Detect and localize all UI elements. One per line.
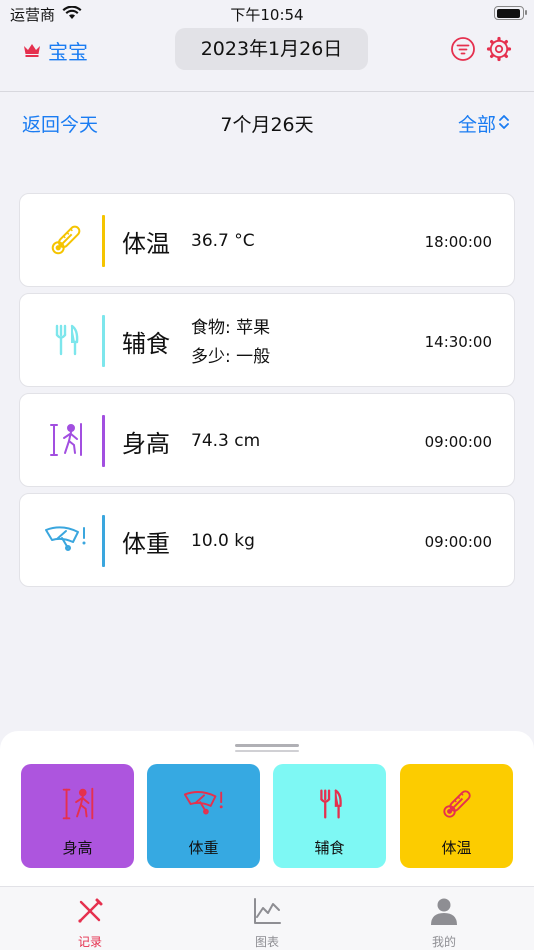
crown-icon — [22, 39, 42, 63]
record-title: 辅食 — [122, 330, 170, 358]
person-icon — [429, 896, 459, 926]
color-bar — [102, 415, 105, 467]
tile-label: 身高 — [62, 839, 93, 857]
record-value: 36.7 °C — [191, 231, 255, 251]
color-bar — [102, 515, 105, 567]
quick-add-tiles: 身高 体重 辅食 体温 — [21, 764, 513, 868]
records-list: 体温 36.7 °C 18:00:00 辅食 食物: 苹果 多少: 一般 14:… — [19, 193, 515, 593]
scale-icon — [183, 784, 225, 824]
record-card-height[interactable]: 身高 74.3 cm 09:00:00 — [19, 393, 515, 487]
height-icon — [44, 420, 88, 460]
record-value: 74.3 cm — [191, 431, 261, 451]
status-bar: 运营商 下午10:54 — [0, 0, 534, 28]
record-title: 体重 — [122, 530, 170, 558]
tab-label: 我的 — [431, 935, 456, 949]
record-type-filter[interactable]: 全部 — [458, 110, 496, 137]
tab-bar: 记录 图表 我的 — [0, 886, 534, 950]
status-time: 下午10:54 — [230, 6, 304, 24]
height-icon — [57, 784, 99, 824]
day-bar: 返回今天 7个月26天 全部 — [0, 108, 534, 140]
record-detail-amount: 多少: 一般 — [191, 347, 271, 367]
tile-label: 体重 — [188, 839, 219, 857]
battery-icon — [494, 6, 527, 20]
record-card-weight[interactable]: 体重 10.0 kg 09:00:00 — [19, 493, 515, 587]
color-bar — [102, 315, 105, 367]
tab-charts[interactable]: 图表 — [207, 887, 327, 950]
sheet-grabber-line — [235, 750, 299, 752]
date-picker-button[interactable]: 2023年1月26日 — [175, 28, 368, 70]
gear-icon[interactable] — [486, 36, 512, 62]
record-value: 10.0 kg — [191, 531, 255, 551]
thermometer-icon — [44, 220, 88, 260]
chevron-up-down-icon[interactable] — [498, 112, 510, 136]
record-time: 14:30:00 — [424, 333, 492, 351]
scale-icon — [44, 520, 88, 560]
sheet-grabber[interactable] — [235, 744, 299, 747]
thermometer-icon — [436, 784, 478, 824]
record-detail-food: 食物: 苹果 — [191, 318, 271, 338]
nav-bar: 宝宝 2023年1月26日 — [0, 28, 534, 92]
record-time: 09:00:00 — [424, 533, 492, 551]
tab-label: 记录 — [77, 935, 102, 949]
pencil-ruler-icon — [75, 896, 105, 926]
quick-add-sheet: 身高 体重 辅食 体温 — [0, 731, 534, 891]
record-details: 食物: 苹果 多少: 一般 — [191, 314, 270, 372]
record-time: 18:00:00 — [424, 233, 492, 251]
chart-icon — [252, 896, 282, 926]
tab-records[interactable]: 记录 — [30, 887, 150, 950]
add-height-button[interactable]: 身高 — [21, 764, 134, 868]
tab-profile[interactable]: 我的 — [384, 887, 504, 950]
record-title: 体温 — [122, 230, 170, 258]
color-bar — [102, 215, 105, 267]
record-title: 身高 — [122, 430, 170, 458]
tile-label: 辅食 — [314, 839, 345, 857]
baby-name: 宝宝 — [48, 40, 88, 64]
add-temperature-button[interactable]: 体温 — [400, 764, 513, 868]
tile-label: 体温 — [441, 839, 472, 857]
record-card-solid-food[interactable]: 辅食 食物: 苹果 多少: 一般 14:30:00 — [19, 293, 515, 387]
filter-icon[interactable] — [450, 36, 476, 62]
tab-label: 图表 — [254, 935, 279, 949]
fork-knife-icon — [44, 320, 88, 360]
record-card-temperature[interactable]: 体温 36.7 °C 18:00:00 — [19, 193, 515, 287]
record-time: 09:00:00 — [424, 433, 492, 451]
add-weight-button[interactable]: 体重 — [147, 764, 260, 868]
baby-selector[interactable]: 宝宝 — [22, 36, 88, 65]
fork-knife-icon — [309, 784, 351, 824]
add-solid-food-button[interactable]: 辅食 — [273, 764, 386, 868]
baby-age-label: 7个月26天 — [220, 114, 314, 136]
